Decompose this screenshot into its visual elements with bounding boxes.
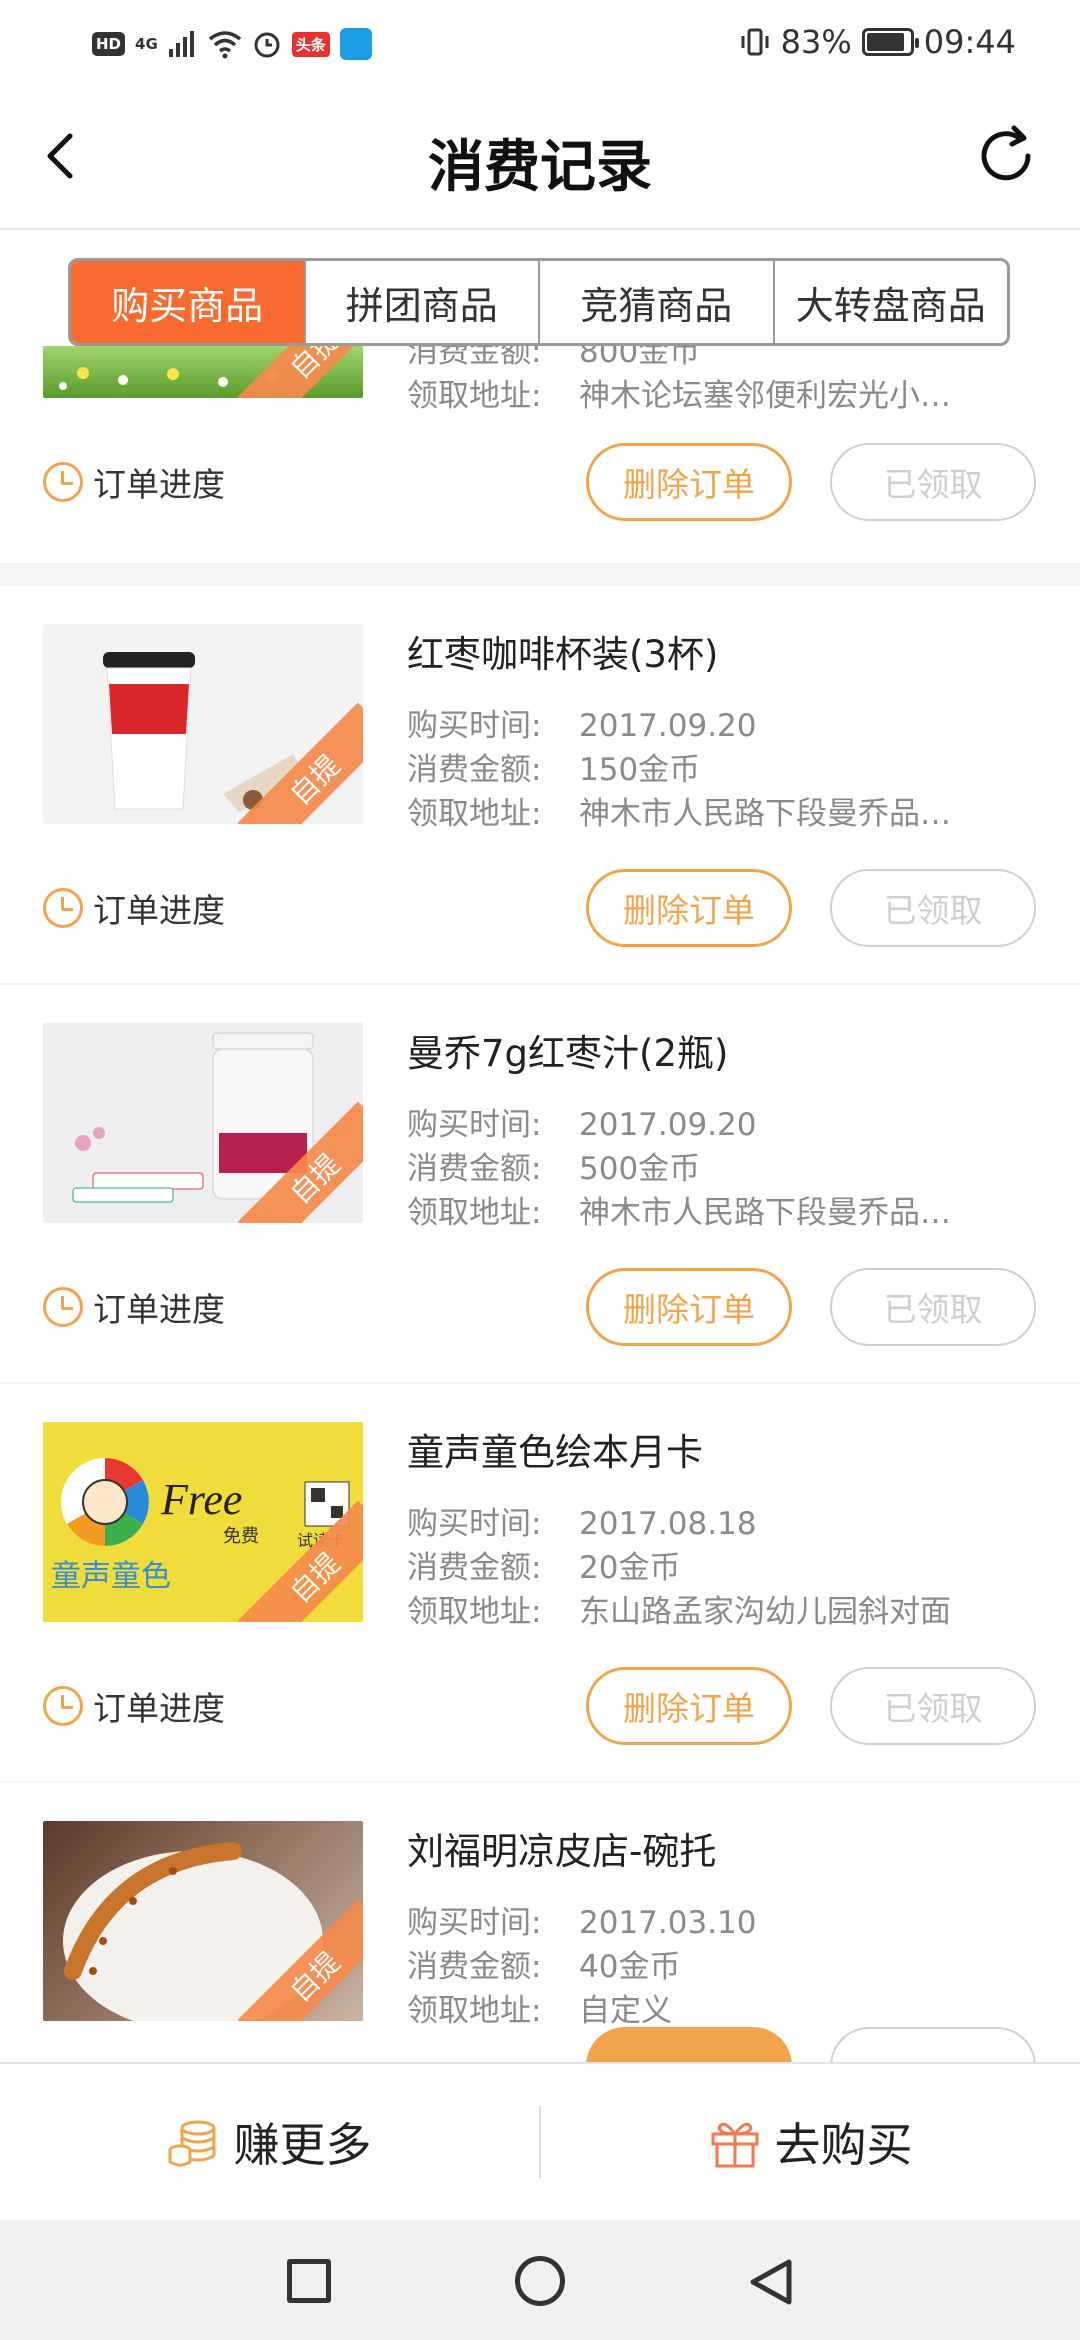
order-address: 领取地址: 自定义 — [407, 1993, 672, 2029]
bottom-action-bar: 赚更多 去购买 — [0, 2062, 1080, 2220]
order-progress-link[interactable]: 订单进度 — [43, 884, 225, 932]
status-left: HD 4G 头条 — [92, 24, 372, 64]
order-progress-link[interactable]: 订单进度 — [43, 458, 225, 506]
signal-icon — [168, 31, 194, 57]
free-text: Free — [160, 1475, 242, 1524]
svg-text:免费: 免费 — [223, 1526, 259, 1547]
clock-icon — [43, 1287, 83, 1327]
news-app-icon: 头条 — [291, 31, 330, 57]
order-progress-link[interactable]: 订单进度 — [43, 1682, 225, 1730]
order-list[interactable]: 自提 消费金额: 800金币 领取地址: 神木论坛塞邻便利宏光小… 订单进度 删除订… — [0, 346, 1080, 2062]
order-buy-time: 购买时间: 2017.09.20 — [407, 708, 757, 744]
order-card: 自提 消费金额: 800金币 领取地址: 神木论坛塞邻便利宏光小… 订单进度 删除订… — [0, 346, 1080, 557]
tab-guess[interactable]: 竞猜商品 — [540, 261, 775, 343]
back-nav-icon[interactable] — [745, 2256, 797, 2308]
order-amount: 消费金额: 40金币 — [407, 1949, 681, 1985]
tab-purchased[interactable]: 购买商品 — [71, 261, 306, 343]
order-card: 自提 曼乔7g红枣汁(2瓶) 购买时间: 2017.09.20 消费金额: 500金… — [0, 985, 1080, 1382]
status-time: 09:44 — [923, 23, 1016, 61]
earn-more-button[interactable]: 赚更多 — [0, 2064, 539, 2220]
category-tabs: 购买商品 拼团商品 竞猜商品 大转盘商品 — [68, 258, 1010, 346]
wifi-icon — [208, 31, 241, 59]
tab-wheel[interactable]: 大转盘商品 — [775, 261, 1008, 343]
order-amount: 消费金额: 20金币 — [407, 1550, 681, 1586]
product-name: 曼乔7g红枣汁(2瓶) — [407, 1032, 729, 1075]
status-bar: HD 4G 头条 83% 09:44 — [0, 0, 1080, 86]
order-card: 自提 刘福明凉皮店-碗托 购买时间: 2017.03.10 消费金额: 40金币 领… — [0, 1783, 1080, 2062]
order-card: Free 免费 试读卡 童声童色 自提 童声童色绘本月卡 购买时间:2017.0… — [0, 1384, 1080, 1781]
delete-order-button[interactable]: 删除订单 — [586, 1667, 792, 1745]
received-button[interactable]: 已领取 — [830, 443, 1036, 521]
order-amount: 消费金额: 500金币 — [407, 1151, 701, 1187]
vibrate-icon — [741, 28, 769, 56]
recents-icon[interactable] — [287, 2259, 331, 2303]
order-amount: 消费金额: 150金币 — [407, 752, 701, 788]
delete-order-button[interactable]: 删除订单 — [586, 443, 792, 521]
hd-badge: HD — [92, 32, 126, 56]
clock-icon — [43, 1686, 83, 1726]
gift-icon — [711, 2122, 758, 2168]
order-address: 领取地址: 神木论坛塞邻便利宏光小… — [407, 378, 951, 414]
order-address: 领取地址: 东山路孟家沟幼儿园斜对面 — [407, 1594, 951, 1630]
product-name: 刘福明凉皮店-碗托 — [407, 1830, 717, 1873]
alarm-icon — [254, 32, 280, 58]
received-button[interactable]: 已领取 — [830, 869, 1036, 947]
delete-order-button[interactable]: 删除订单 — [586, 869, 792, 947]
order-progress-link[interactable]: 订单进度 — [43, 1283, 225, 1331]
received-button[interactable] — [830, 2027, 1036, 2062]
earn-more-label: 赚更多 — [233, 2118, 372, 2172]
tab-group-buy[interactable]: 拼团商品 — [306, 261, 540, 343]
order-buy-time: 购买时间: 2017.03.10 — [407, 1905, 757, 1941]
product-thumbnail[interactable]: 自提 — [43, 346, 363, 398]
product-thumbnail[interactable]: 自提 — [43, 624, 363, 824]
product-thumbnail[interactable]: 自提 — [43, 1821, 363, 2021]
product-name: 童声童色绘本月卡 — [407, 1431, 703, 1474]
coins-icon — [168, 2120, 215, 2167]
delivery-app-icon — [339, 28, 372, 60]
system-nav-bar — [0, 2220, 1080, 2340]
battery-icon — [861, 28, 919, 56]
svg-text:童声童色: 童声童色 — [51, 1559, 171, 1594]
go-buy-label: 去购买 — [774, 2118, 913, 2172]
received-button[interactable]: 已领取 — [830, 1268, 1036, 1346]
order-address: 领取地址: 神木市人民路下段曼乔品… — [407, 1195, 951, 1231]
network-type: 4G — [135, 35, 158, 53]
product-thumbnail[interactable]: Free 免费 试读卡 童声童色 自提 — [43, 1422, 363, 1622]
battery-level — [866, 33, 904, 51]
product-name: 红枣咖啡杯装(3杯) — [407, 633, 719, 676]
product-thumbnail[interactable]: 自提 — [43, 1023, 363, 1223]
order-amount: 消费金额: 800金币 — [407, 346, 701, 370]
delete-order-button[interactable] — [586, 2027, 792, 2062]
order-buy-time: 购买时间: 2017.09.20 — [407, 1107, 757, 1143]
order-address: 领取地址: 神木市人民路下段曼乔品… — [407, 796, 951, 832]
order-card: 自提 红枣咖啡杯装(3杯) 购买时间: 2017.09.20 消费金额: 150金币… — [0, 586, 1080, 983]
page-title: 消费记录 — [428, 135, 652, 200]
clock-icon — [43, 888, 83, 928]
go-buy-button[interactable]: 去购买 — [541, 2064, 1080, 2220]
home-icon[interactable] — [515, 2256, 565, 2306]
status-right: 83% 09:44 — [739, 22, 1016, 62]
clock-icon — [43, 462, 83, 502]
refresh-icon[interactable] — [970, 120, 1042, 192]
app-header: 消费记录 — [0, 86, 1080, 230]
order-buy-time: 购买时间: 2017.08.18 — [407, 1506, 757, 1542]
received-button[interactable]: 已领取 — [830, 1667, 1036, 1745]
battery-percent: 83% — [780, 23, 852, 61]
delete-order-button[interactable]: 删除订单 — [586, 1268, 792, 1346]
